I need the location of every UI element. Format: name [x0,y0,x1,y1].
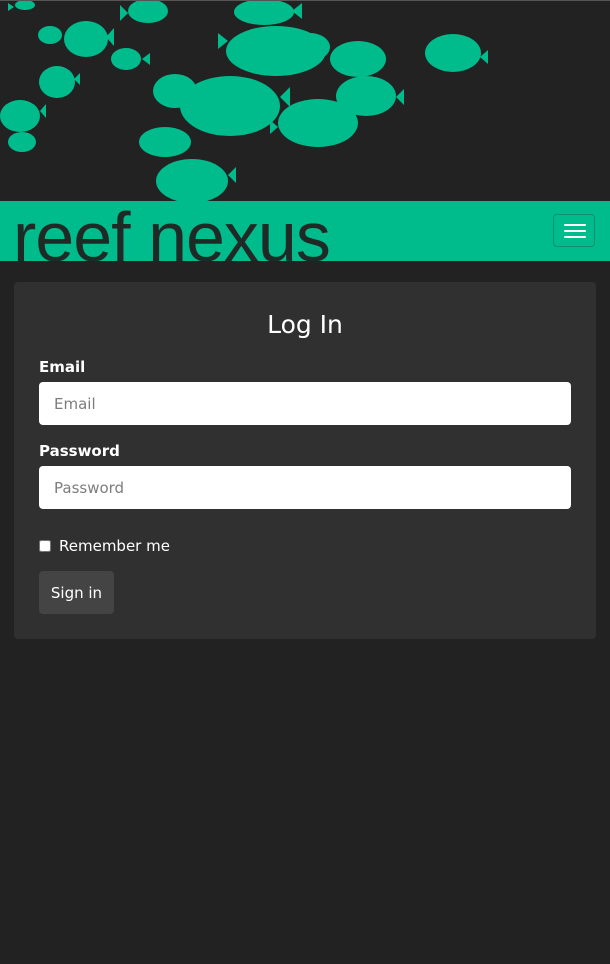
hero-banner [0,0,610,201]
remember-me-label[interactable]: Remember me [59,537,170,555]
top-navbar: reef nexus [0,201,610,261]
login-card: Log In Email Password Remember me Sign i… [14,282,596,639]
remember-me-checkbox[interactable] [39,540,51,552]
sign-in-button[interactable]: Sign in [39,571,114,614]
brand-logo-text[interactable]: reef nexus [13,201,331,261]
remember-me-row: Remember me [39,537,170,555]
password-field[interactable] [39,466,571,509]
email-field[interactable] [39,382,571,425]
hamburger-menu-icon [564,224,586,226]
fish-school-illustration [0,1,488,201]
menu-toggle-button[interactable] [553,214,595,247]
hamburger-menu-icon [564,230,586,232]
login-title: Log In [267,310,343,339]
email-label: Email [39,358,86,376]
password-label: Password [39,442,120,460]
hamburger-menu-icon [564,236,586,238]
